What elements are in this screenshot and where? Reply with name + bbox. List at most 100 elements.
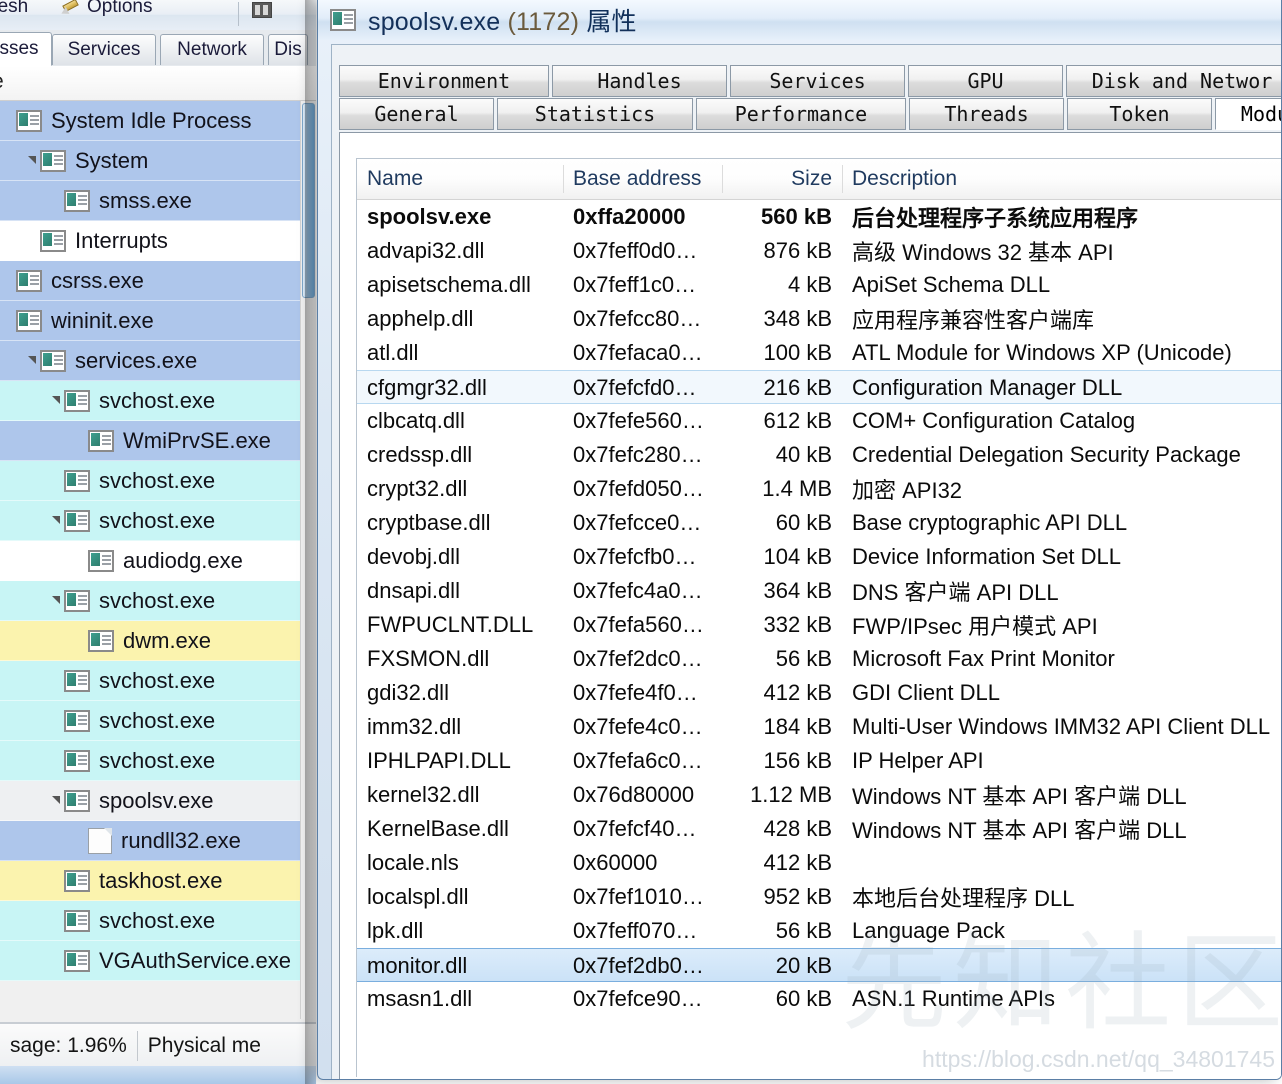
table-row[interactable]: monitor.dll 0x7fef2db0… 20 kB: [357, 948, 1281, 982]
process-row[interactable]: wininit.exe: [0, 301, 310, 341]
table-row[interactable]: lpk.dll 0x7feff070… 56 kB Language Pack: [357, 914, 1281, 948]
table-row[interactable]: cryptbase.dll 0x7fefcce0… 60 kB Base crypto…: [357, 506, 1281, 540]
modules-table-body[interactable]: spoolsv.exe 0xffa20000 560 kB 后台处理程序子系统应用程序…: [357, 200, 1281, 1077]
tab-general[interactable]: General: [339, 98, 494, 130]
table-row[interactable]: imm32.dll 0x7fefe4c0… 184 kB Multi-User Win…: [357, 710, 1281, 744]
column-header-name[interactable]: Name: [357, 159, 563, 199]
column-header-description[interactable]: Description: [842, 159, 1281, 199]
cell-size: 184 kB: [763, 714, 833, 739]
process-row[interactable]: System Idle Process: [0, 101, 310, 141]
table-row[interactable]: localspl.dll 0x7fef1010… 952 kB 本地后台处理程序 DL…: [357, 880, 1281, 914]
process-row[interactable]: Interrupts: [0, 221, 310, 261]
find-handles-button[interactable]: [252, 2, 272, 18]
app-tab-dis[interactable]: Dis: [268, 34, 308, 65]
process-row[interactable]: svchost.exe: [0, 501, 310, 541]
table-row[interactable]: spoolsv.exe 0xffa20000 560 kB 后台处理程序子系统应用程序: [357, 200, 1281, 234]
expander-placeholder: [4, 276, 12, 284]
cell-size: 40 kB: [775, 442, 832, 467]
tab-label: GPU: [967, 69, 1004, 93]
tab-statistics[interactable]: Statistics: [497, 98, 693, 130]
cell-size: 20 kB: [775, 953, 832, 978]
tab-token[interactable]: Token: [1067, 98, 1212, 130]
cell-name: spoolsv.exe: [367, 204, 492, 229]
column-header-label: Description: [852, 167, 958, 190]
tab-gpu[interactable]: GPU: [908, 65, 1063, 97]
process-row[interactable]: svchost.exe: [0, 461, 310, 501]
table-row[interactable]: gdi32.dll 0x7fefe4f0… 412 kB GDI Client DLL: [357, 676, 1281, 710]
status-bar: sage: 1.96% Physical me: [0, 1022, 316, 1068]
modules-listview[interactable]: Name Base address Size Description spoolsv.…: [356, 158, 1281, 1077]
chevron-down-icon[interactable]: [28, 155, 36, 164]
process-row[interactable]: rundll32.exe: [0, 821, 310, 861]
table-row[interactable]: credssp.dll 0x7fefc280… 40 kB Credential De…: [357, 438, 1281, 472]
options-label: Options: [87, 0, 153, 17]
app-tab-sses[interactable]: sses: [0, 32, 52, 66]
process-row[interactable]: WmiPrvSE.exe: [0, 421, 310, 461]
process-row[interactable]: dwm.exe: [0, 621, 310, 661]
tab-performance[interactable]: Performance: [696, 98, 906, 130]
app-tab-network[interactable]: Network: [160, 34, 264, 65]
process-row[interactable]: svchost.exe: [0, 741, 310, 781]
tab-disk-and-networ[interactable]: Disk and Networ: [1066, 65, 1281, 97]
table-row[interactable]: apisetschema.dll 0x7feff1c0… 4 kB ApiSet Sc…: [357, 268, 1281, 302]
process-row[interactable]: svchost.exe: [0, 381, 310, 421]
table-row[interactable]: advapi32.dll 0x7feff0d0… 876 kB 高级 Windows …: [357, 234, 1281, 268]
cell-description: ApiSet Schema DLL: [852, 272, 1051, 297]
process-row[interactable]: audiodg.exe: [0, 541, 310, 581]
process-row[interactable]: System: [0, 141, 310, 181]
column-header-base-address[interactable]: Base address: [563, 159, 722, 199]
cell-base-address: 0x7fefcf40…: [573, 816, 697, 841]
table-row[interactable]: FXSMON.dll 0x7fef2dc0… 56 kB Microsoft Fax …: [357, 642, 1281, 676]
process-row[interactable]: svchost.exe: [0, 661, 310, 701]
process-row[interactable]: csrss.exe: [0, 261, 310, 301]
process-row[interactable]: services.exe: [0, 341, 310, 381]
cell-base-address: 0x7feff0d0…: [573, 238, 698, 263]
chevron-down-icon[interactable]: [52, 395, 60, 404]
cell-name: apisetschema.dll: [367, 272, 531, 297]
table-row[interactable]: apphelp.dll 0x7fefcc80… 348 kB 应用程序兼容性客户端库: [357, 302, 1281, 336]
chevron-down-icon[interactable]: [28, 355, 36, 364]
table-row[interactable]: cfgmgr32.dll 0x7fefcfd0… 216 kB Configurati…: [357, 370, 1281, 404]
process-name-label: Interrupts: [75, 227, 168, 253]
table-row[interactable]: dnsapi.dll 0x7fefc4a0… 364 kB DNS 客户端 API D…: [357, 574, 1281, 608]
process-row[interactable]: VGAuthService.exe: [0, 941, 310, 981]
table-row[interactable]: clbcatq.dll 0x7fefe560… 612 kB COM+ Configu…: [357, 404, 1281, 438]
tab-modu[interactable]: Modu: [1215, 98, 1281, 130]
dialog-title-bar[interactable]: spoolsv.exe (1172) 属性: [318, 0, 1281, 40]
table-row[interactable]: KernelBase.dll 0x7fefcf40… 428 kB Windows N…: [357, 812, 1281, 846]
tab-label: Performance: [734, 102, 868, 126]
chevron-down-icon[interactable]: [52, 795, 60, 804]
modules-table-header[interactable]: Name Base address Size Description: [357, 159, 1281, 200]
table-row[interactable]: msasn1.dll 0x7fefce90… 60 kB ASN.1 Runtime …: [357, 982, 1281, 1016]
process-row[interactable]: smss.exe: [0, 181, 310, 221]
table-row[interactable]: devobj.dll 0x7fefcfb0… 104 kB Device Inform…: [357, 540, 1281, 574]
table-row[interactable]: atl.dll 0x7fefaca0… 100 kB ATL Module for W…: [357, 336, 1281, 370]
tab-threads[interactable]: Threads: [909, 98, 1064, 130]
table-row[interactable]: crypt32.dll 0x7fefd050… 1.4 MB 加密 API32: [357, 472, 1281, 506]
app-tab-services[interactable]: Services: [52, 34, 156, 65]
process-tree-list[interactable]: System Idle Process System smss.exe Interru…: [0, 101, 310, 1019]
table-row[interactable]: IPHLPAPI.DLL 0x7fefa6c0… 156 kB IP Helper A…: [357, 744, 1281, 778]
table-row[interactable]: FWPUCLNT.DLL 0x7fefa560… 332 kB FWP/IPsec 用…: [357, 608, 1281, 642]
process-name-label: spoolsv.exe: [99, 787, 214, 813]
process-row[interactable]: svchost.exe: [0, 581, 310, 621]
process-row[interactable]: svchost.exe: [0, 701, 310, 741]
refresh-button[interactable]: fresh: [0, 0, 28, 18]
chevron-down-icon[interactable]: [52, 595, 60, 604]
tab-label: Modu: [1240, 102, 1281, 126]
cell-base-address: 0x7fef2dc0…: [573, 646, 703, 671]
column-header-size[interactable]: Size: [722, 159, 842, 199]
process-row[interactable]: taskhost.exe: [0, 861, 310, 901]
process-list-column-header[interactable]: e: [0, 66, 316, 101]
tab-services[interactable]: Services: [730, 65, 905, 97]
process-row[interactable]: spoolsv.exe: [0, 781, 310, 821]
chevron-down-icon[interactable]: [52, 515, 60, 524]
cell-name: devobj.dll: [367, 544, 460, 569]
table-row[interactable]: kernel32.dll 0x76d80000 1.12 MB Windows NT …: [357, 778, 1281, 812]
tab-environment[interactable]: Environment: [339, 65, 549, 97]
cell-base-address: 0x7fef1010…: [573, 884, 704, 909]
options-button[interactable]: Options: [59, 0, 153, 18]
table-row[interactable]: locale.nls 0x60000 412 kB: [357, 846, 1281, 880]
process-row[interactable]: svchost.exe: [0, 901, 310, 941]
tab-handles[interactable]: Handles: [552, 65, 727, 97]
